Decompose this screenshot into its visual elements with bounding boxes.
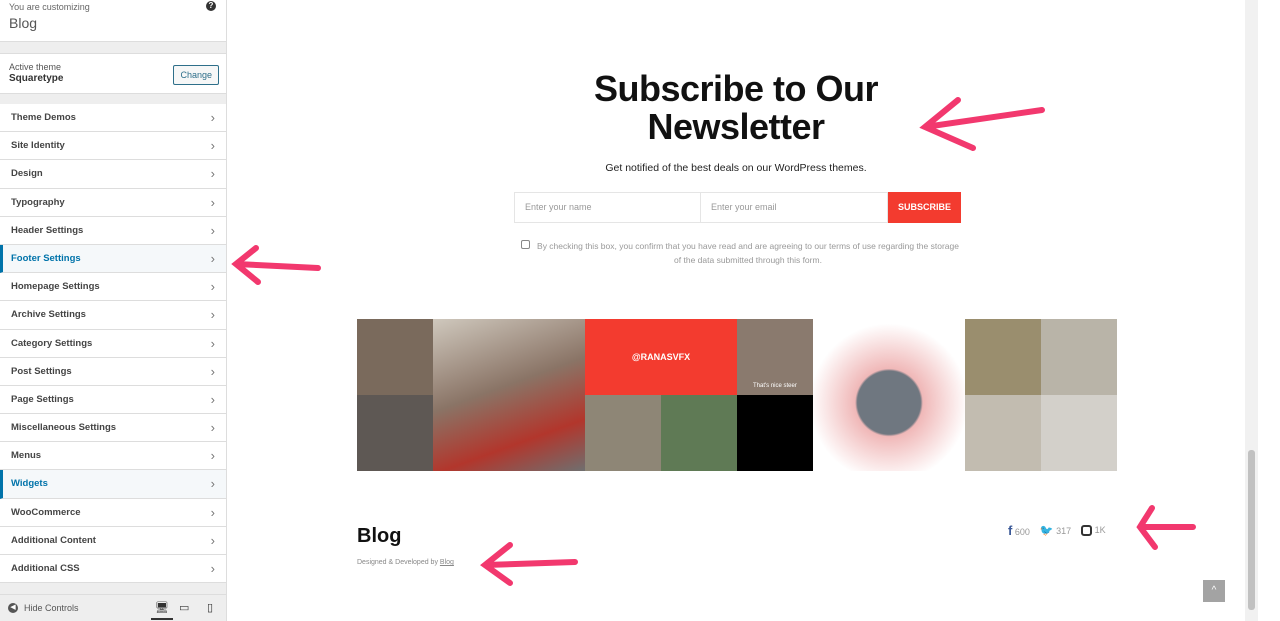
annotation-arrow (480, 542, 578, 586)
annotation-arrow (231, 245, 321, 285)
annotation-arrow (919, 97, 1045, 151)
annotation-arrows (231, 97, 1196, 586)
annotation-arrow (1136, 505, 1196, 550)
